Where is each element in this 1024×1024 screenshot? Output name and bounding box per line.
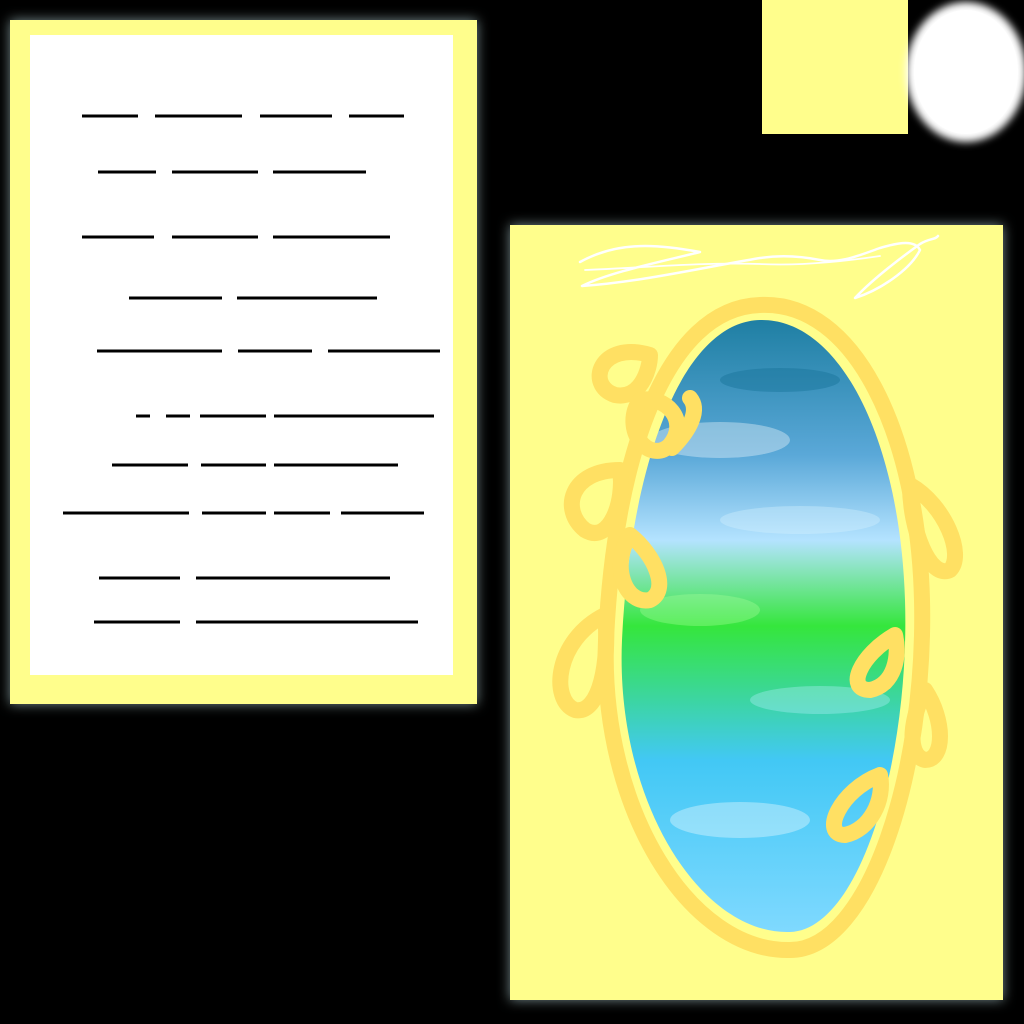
artwork-canvas: [10, 0, 1024, 1000]
small-yellow-note: [762, 0, 908, 134]
letter-card: [10, 20, 477, 704]
moon-circle: [914, 10, 1018, 134]
moon: [906, 2, 1024, 142]
